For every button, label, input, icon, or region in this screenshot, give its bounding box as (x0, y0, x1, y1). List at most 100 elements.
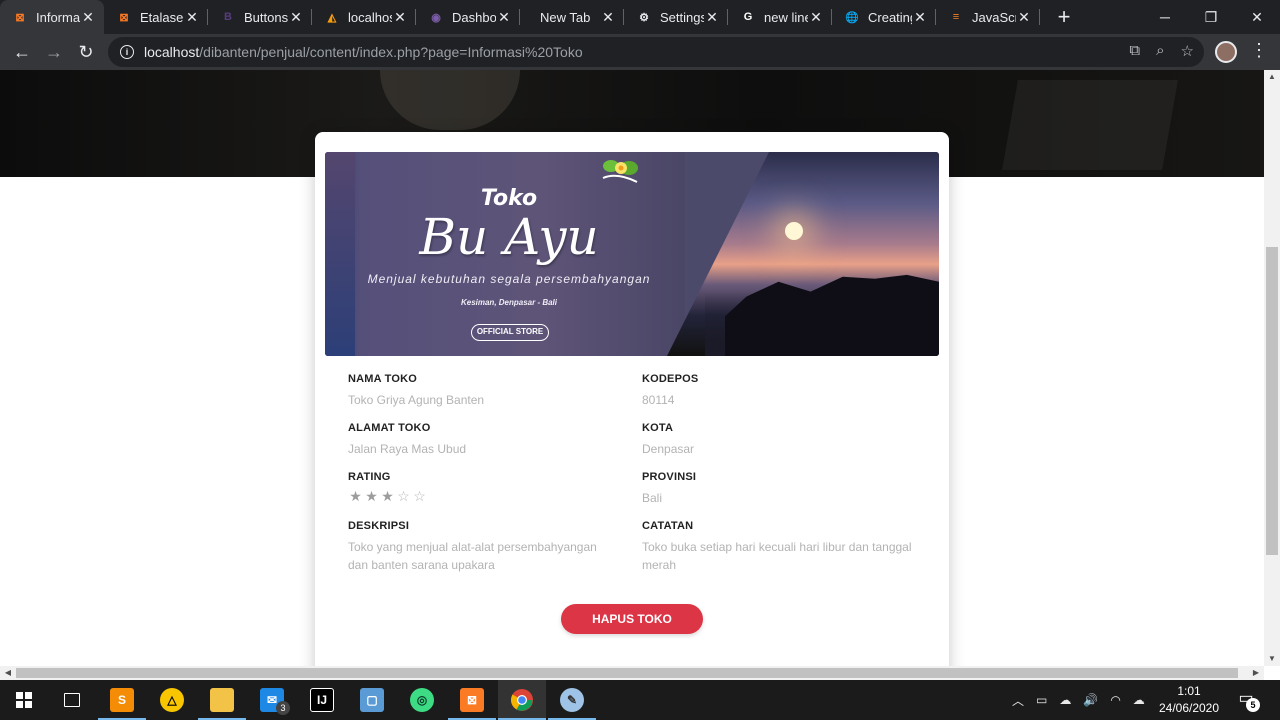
taskbar-xampp[interactable]: ⊠ (448, 680, 496, 720)
field-alamat-toko: ALAMAT TOKO Jalan Raya Mas Ubud (348, 422, 628, 458)
banner-store-name: Bu Ayu (419, 208, 599, 266)
vertical-scrollbar[interactable]: ▲ ▼ (1264, 70, 1280, 666)
store-info-card: Toko Bu Ayu Menjual kebutuhan segala per… (315, 132, 949, 680)
notification-center-icon[interactable]: ▭ 5 (1234, 688, 1260, 712)
task-view-icon (64, 693, 80, 707)
tab-close-icon[interactable]: ✕ (912, 9, 928, 26)
forward-icon[interactable]: → (38, 36, 70, 68)
taskbar-chrome[interactable] (498, 680, 546, 720)
taskbar-android-studio[interactable]: ◎ (398, 680, 446, 720)
mail-badge: 3 (276, 701, 290, 715)
chrome-menu-icon[interactable]: ⋮ (1250, 40, 1268, 64)
official-store-badge: OFFICIAL STORE (471, 324, 549, 341)
android-studio-icon: ◎ (410, 688, 434, 712)
field-deskripsi: DESKRIPSI Toko yang menjual alat-alat pe… (348, 520, 610, 574)
scroll-down-arrow[interactable]: ▼ (1264, 652, 1280, 666)
tab-close-icon[interactable]: ✕ (392, 9, 408, 26)
profile-avatar[interactable] (1215, 41, 1237, 63)
field-label: CATATAN (642, 520, 694, 532)
field-value: Toko Griya Agung Banten (348, 393, 485, 407)
taskbar-mail[interactable]: ✉ 3 (248, 680, 296, 720)
zoom-icon[interactable]: ⌕ (1156, 42, 1164, 60)
browser-tab[interactable]: ⊠ Informasi Toko✕ (0, 0, 104, 34)
browser-tab[interactable]: 🌐 Creating✕ (832, 0, 936, 34)
cloud-icon[interactable]: ☁ (1133, 693, 1145, 707)
taskbar-app[interactable]: △ (148, 680, 196, 720)
url-text[interactable]: localhost/dibanten/penjual/content/index… (144, 44, 583, 60)
window-close-button[interactable]: ✕ (1234, 0, 1280, 34)
address-bar[interactable]: i localhost/dibanten/penjual/content/ind… (108, 37, 1204, 67)
bookmark-star-icon[interactable]: ☆ (1181, 42, 1194, 60)
minimize-button[interactable]: ─ (1142, 0, 1188, 34)
browser-tab[interactable]: ⚙ Settings ✕ (624, 0, 728, 34)
url-host: localhost (144, 44, 200, 60)
tray-expand-icon[interactable]: ︿ (1012, 692, 1024, 709)
horizontal-scrollbar[interactable]: ◀ ▶ (0, 666, 1264, 680)
site-info-icon[interactable]: i (120, 45, 134, 59)
xampp-icon: ⊠ (119, 11, 129, 24)
tab-title: localhost (348, 9, 392, 25)
gear-icon: ⚙ (639, 11, 649, 24)
page-viewport: Toko Bu Ayu Menjual kebutuhan segala per… (0, 70, 1280, 680)
star-filled-icon: ★ (381, 488, 394, 504)
tab-strip: ⊠Informasi Toko✕⊠Etalase✕BButtons✕◭local… (0, 0, 1280, 34)
clock-time: 1:01 (1177, 684, 1201, 698)
tab-close-icon[interactable]: ✕ (184, 9, 200, 26)
taskbar-clock[interactable]: 1:01 24/06/2020 (1150, 683, 1228, 717)
taskbar-virtualbox[interactable]: ▢ (348, 680, 396, 720)
battery-icon[interactable]: ▭ (1036, 693, 1047, 707)
onedrive-error-icon[interactable]: ☁ (1059, 693, 1071, 707)
intellij-icon: IJ (310, 688, 334, 712)
scroll-right-arrow[interactable]: ▶ (1248, 666, 1264, 680)
go-banten-logo (602, 160, 638, 183)
star-empty-icon: ☆ (413, 488, 426, 504)
tab-close-icon[interactable]: ✕ (288, 9, 304, 26)
tab-title: Etalase (140, 9, 184, 25)
field-nama-toko: NAMA TOKO Toko Griya Agung Banten (348, 373, 628, 409)
windows-taskbar: S △ ✉ 3 IJ ▢ ◎ ⊠ ✎ ︿ ▭ ☁ 🔊 ◠ ☁ 1:01 24/0… (0, 680, 1280, 720)
reload-icon[interactable]: ↻ (70, 36, 102, 68)
taskbar-paint[interactable]: ✎ (548, 680, 596, 720)
browser-tab[interactable]: ⊠ Etalase ✕ (104, 0, 208, 34)
tab-close-icon[interactable]: ✕ (704, 9, 720, 26)
browser-tab[interactable]: ◭ localhost✕ (312, 0, 416, 34)
wifi-icon[interactable]: ◠ (1110, 693, 1120, 707)
translate-icon[interactable]: ⧉ (1129, 42, 1140, 60)
field-label: NAMA TOKO (348, 373, 418, 385)
back-icon[interactable]: ← (6, 36, 38, 68)
tab-title: Settings (660, 9, 704, 25)
tab-close-icon[interactable]: ✕ (1016, 9, 1032, 26)
taskbar-file-explorer[interactable] (198, 680, 246, 720)
taskbar-intellij[interactable]: IJ (298, 680, 346, 720)
system-tray: ︿ ▭ ☁ 🔊 ◠ ☁ (1012, 680, 1145, 720)
tab-close-icon[interactable]: ✕ (80, 9, 96, 26)
scroll-left-arrow[interactable]: ◀ (0, 666, 16, 680)
tab-close-icon[interactable]: ✕ (600, 9, 616, 26)
windows-logo-icon (16, 692, 32, 708)
browser-tab[interactable]: ◉ Dashboard✕ (416, 0, 520, 34)
windows-start-button[interactable] (0, 680, 48, 720)
tab-separator (1039, 9, 1040, 25)
taskbar-sublime[interactable]: S (98, 680, 146, 720)
task-view-button[interactable] (48, 680, 96, 720)
field-label: DESKRIPSI (348, 520, 410, 532)
omnibox-actions: ⧉ ⌕ ☆ (1129, 42, 1194, 60)
browser-tab[interactable]: Gnew line ✕ (728, 0, 832, 34)
tab-close-icon[interactable]: ✕ (808, 9, 824, 26)
hapus-toko-button[interactable]: HAPUS TOKO (561, 604, 703, 634)
new-tab-button[interactable]: + (1048, 0, 1080, 34)
browser-toolbar: ← → ↻ i localhost/dibanten/penjual/conte… (0, 34, 1280, 70)
scroll-thumb[interactable] (1266, 247, 1278, 555)
browser-tab[interactable]: New Tab ✕ (520, 0, 624, 34)
maximize-button[interactable]: ❐ (1188, 0, 1234, 34)
field-catatan: CATATAN Toko buka setiap hari kecuali ha… (642, 520, 922, 574)
volume-icon[interactable]: 🔊 (1083, 693, 1098, 707)
browser-tab[interactable]: B Buttons ✕ (208, 0, 312, 34)
scroll-thumb[interactable] (16, 668, 1238, 678)
tab-close-icon[interactable]: ✕ (496, 9, 512, 26)
browser-tab[interactable]: ≡ JavaScript✕ (936, 0, 1040, 34)
scroll-up-arrow[interactable]: ▲ (1264, 70, 1280, 84)
field-label: KOTA (642, 422, 674, 434)
folder-icon (210, 688, 234, 712)
sublime-text-icon: S (110, 688, 134, 712)
